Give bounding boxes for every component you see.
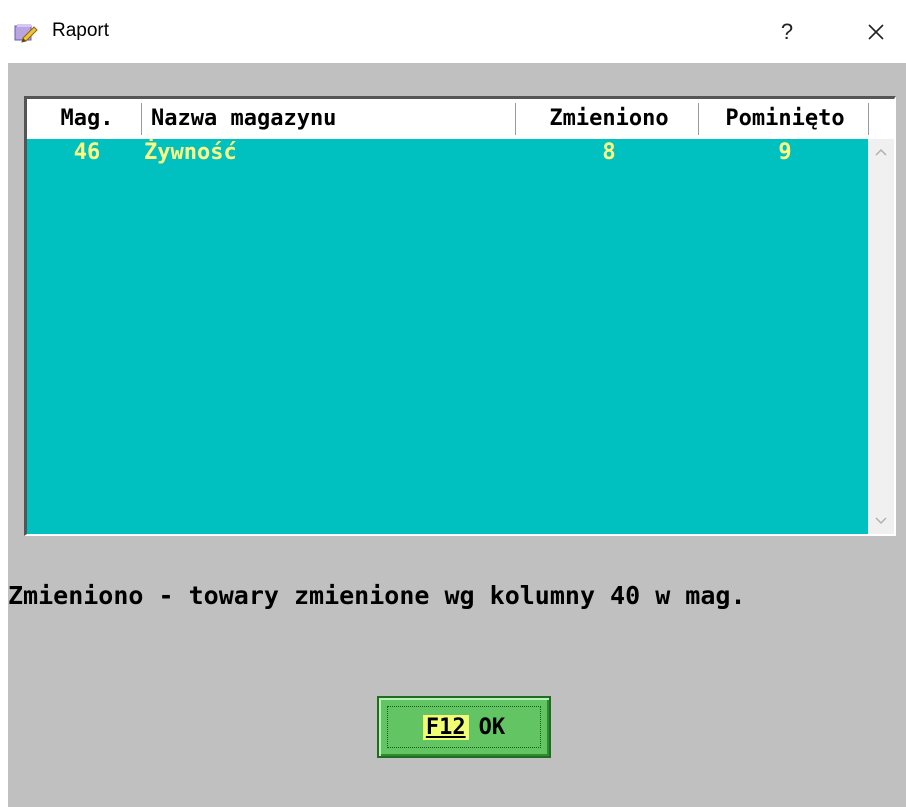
vertical-scrollbar[interactable] [868, 139, 894, 534]
grid-body: 46 Żywność 8 9 [27, 139, 868, 534]
column-header-skipped[interactable]: Pominięto [702, 99, 868, 139]
column-divider [868, 103, 869, 135]
column-header-changed[interactable]: Zmieniono [519, 99, 699, 139]
scroll-up-button[interactable] [868, 139, 894, 165]
ok-shortcut-key: F12 [422, 714, 469, 740]
ok-button[interactable]: F12 OK [377, 696, 551, 758]
report-app-icon [14, 22, 38, 44]
chevron-up-icon [868, 148, 894, 169]
cell-name: Żywność [144, 140, 237, 165]
cell-mag: 46 [73, 140, 101, 165]
table-row[interactable]: 46 Żywność 8 9 [27, 139, 868, 167]
help-button[interactable]: ? [770, 14, 804, 50]
cell-skipped: 9 [778, 140, 792, 165]
column-header-name[interactable]: Nazwa magazynu [151, 99, 511, 139]
chevron-down-icon [868, 517, 894, 538]
scroll-down-button[interactable] [868, 508, 894, 534]
column-divider [141, 103, 142, 135]
dialog-client-area: Mag. Nazwa magazynu Zmieniono Pominięto … [8, 63, 906, 807]
title-bar: Raport ? [0, 0, 906, 63]
column-header-mag[interactable]: Mag. [37, 99, 137, 139]
close-icon [856, 24, 896, 54]
grid-header: Mag. Nazwa magazynu Zmieniono Pominięto [27, 99, 894, 139]
window-title: Raport [52, 20, 110, 41]
cell-changed: 8 [602, 140, 616, 165]
column-divider [698, 103, 699, 135]
ok-button-content: F12 OK [387, 706, 541, 748]
report-grid: Mag. Nazwa magazynu Zmieniono Pominięto … [24, 96, 896, 536]
close-button[interactable] [856, 14, 896, 50]
column-divider [515, 103, 516, 135]
ok-button-label: OK [478, 714, 506, 740]
info-text: Zmieniono - towary zmienione wg kolumny … [8, 581, 746, 610]
